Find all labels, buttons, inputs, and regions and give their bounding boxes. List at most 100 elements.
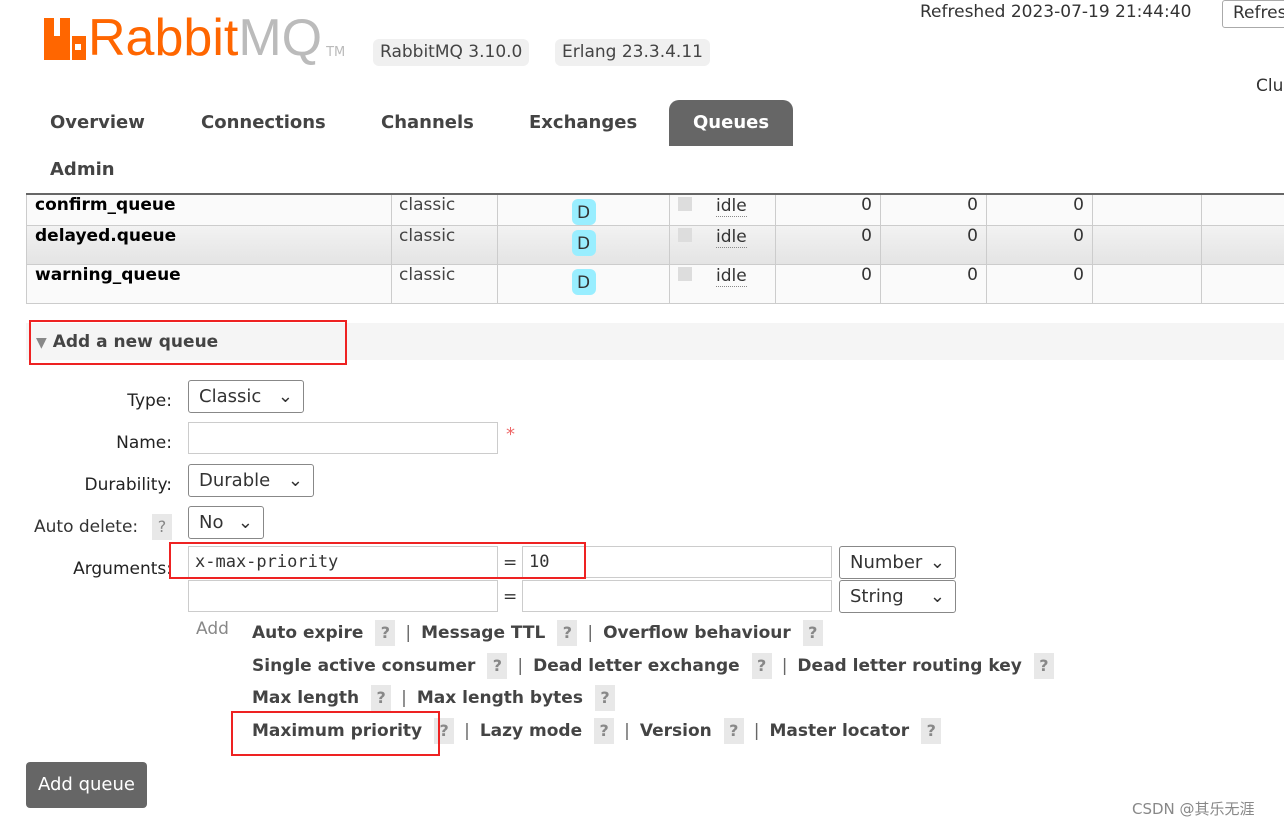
help-icon[interactable]: ? <box>152 514 172 540</box>
state-indicator-icon <box>678 197 692 211</box>
ready-count: 0 <box>775 195 880 225</box>
argument-shortcut-link[interactable]: Auto expire <box>252 623 363 643</box>
argument-shortcut-link[interactable]: Version <box>640 721 712 741</box>
help-icon[interactable]: ? <box>594 685 615 711</box>
separator: | <box>624 721 630 741</box>
chevron-down-icon: ⌄ <box>237 512 253 533</box>
logo-text-gray: MQ <box>238 9 323 67</box>
argument-shortcut-link[interactable]: Dead letter routing key <box>797 656 1021 676</box>
equals-sign: = <box>503 587 518 607</box>
type-select[interactable]: Classic ⌄ <box>188 380 304 413</box>
help-icon[interactable]: ? <box>921 718 942 744</box>
tab-channels[interactable]: Channels <box>357 100 498 146</box>
arguments-label: Arguments: <box>73 559 172 579</box>
state-text: idle <box>716 196 747 217</box>
ready-count: 0 <box>775 265 880 303</box>
tab-connections[interactable]: Connections <box>177 100 350 146</box>
queue-type: classic <box>391 226 497 264</box>
total-count: 0 <box>986 265 1092 303</box>
state-indicator-icon <box>678 267 692 281</box>
add-queue-button[interactable]: Add queue <box>26 762 147 808</box>
argument-shortcut-link[interactable]: Dead letter exchange <box>533 656 740 676</box>
argument-shortcut-link[interactable]: Single active consumer <box>252 656 475 676</box>
total-count: 0 <box>986 226 1092 264</box>
unacked-count: 0 <box>880 195 986 225</box>
chevron-down-icon: ⌄ <box>929 586 945 607</box>
highlight-box <box>169 542 586 579</box>
argument-shortcut-link[interactable]: Max length bytes <box>417 688 583 708</box>
argument-shortcut-link[interactable]: Master locator <box>769 721 909 741</box>
state-text: idle <box>716 227 747 248</box>
features-cell: D <box>497 265 669 303</box>
argument-key-input[interactable] <box>188 580 498 612</box>
help-icon[interactable]: ? <box>375 620 396 646</box>
help-icon[interactable]: ? <box>557 620 578 646</box>
refreshed-time: Refreshed 2023-07-19 21:44:40 <box>920 2 1192 22</box>
argument-shortcut-link[interactable]: Overflow behaviour <box>603 623 791 643</box>
argument-help-row: Auto expire? | Message TTL? | Overflow behav… <box>252 620 823 646</box>
name-input[interactable] <box>188 422 498 454</box>
argument-type-select[interactable]: Number ⌄ <box>839 546 956 579</box>
tab-overview[interactable]: Overview <box>26 100 169 146</box>
type-label: Type: <box>127 391 172 411</box>
tab-queues[interactable]: Queues <box>669 100 794 146</box>
chevron-down-icon: ⌄ <box>277 386 293 407</box>
queue-name-link[interactable]: delayed.queue <box>26 226 391 264</box>
argument-value-input[interactable] <box>522 580 832 612</box>
queues-table: confirm_queue classic D idle 0 0 0 delay… <box>26 193 1284 304</box>
state-cell: idle <box>669 265 775 303</box>
rate-cell <box>1201 265 1284 303</box>
table-row[interactable]: warning_queue classic D idle 0 0 0 <box>26 265 1284 304</box>
unacked-count: 0 <box>880 265 986 303</box>
help-icon[interactable]: ? <box>802 620 823 646</box>
refresh-button[interactable]: Refresh <box>1222 0 1284 28</box>
separator: | <box>517 656 524 676</box>
chevron-down-icon: ⌄ <box>287 470 303 491</box>
help-icon[interactable]: ? <box>371 685 392 711</box>
queue-type: classic <box>391 265 497 303</box>
help-icon[interactable]: ? <box>594 718 615 744</box>
help-icon[interactable]: ? <box>487 653 508 679</box>
durability-select[interactable]: Durable ⌄ <box>188 464 314 497</box>
queue-type: classic <box>391 195 497 225</box>
cluster-label: Cluster <box>1256 76 1284 96</box>
argument-shortcut-link[interactable]: Max length <box>252 688 359 708</box>
required-marker: * <box>506 424 515 445</box>
help-icon[interactable]: ? <box>723 718 744 744</box>
rate-cell <box>1201 226 1284 264</box>
auto-delete-label: Auto delete: <box>34 517 139 537</box>
state-cell: idle <box>669 195 775 225</box>
argument-shortcut-link[interactable]: Lazy mode <box>480 721 582 741</box>
highlight-box <box>29 320 347 365</box>
separator: | <box>587 623 594 643</box>
features-cell: D <box>497 226 669 264</box>
rate-cell <box>1201 195 1284 225</box>
help-icon[interactable]: ? <box>1033 653 1054 679</box>
tab-exchanges[interactable]: Exchanges <box>505 100 661 146</box>
rate-cell <box>1092 226 1201 264</box>
help-icon[interactable]: ? <box>751 653 772 679</box>
state-text: idle <box>716 266 747 287</box>
state-cell: idle <box>669 226 775 264</box>
argument-shortcut-link[interactable]: Message TTL <box>421 623 545 643</box>
durability-label: Durability: <box>84 475 172 495</box>
rate-cell <box>1092 195 1201 225</box>
logo-text-orange: Rabbit <box>88 9 239 67</box>
version-badge: RabbitMQ 3.10.0 <box>373 39 530 66</box>
state-indicator-icon <box>678 228 692 242</box>
argument-help-row: Max length? | Max length bytes? <box>252 685 615 711</box>
queue-name-link[interactable]: warning_queue <box>26 265 391 303</box>
queue-name-link[interactable]: confirm_queue <box>26 195 391 225</box>
table-row[interactable]: delayed.queue classic D idle 0 0 0 <box>26 226 1284 265</box>
trademark: TM <box>326 45 346 60</box>
add-label: Add <box>196 619 229 639</box>
durable-badge: D <box>571 269 596 295</box>
table-row[interactable]: confirm_queue classic D idle 0 0 0 <box>26 195 1284 226</box>
auto-delete-select[interactable]: No ⌄ <box>188 506 264 539</box>
rabbitmq-logo: Rabbit MQ TM <box>44 12 345 64</box>
tab-admin[interactable]: Admin <box>26 147 139 193</box>
argument-type-select[interactable]: String ⌄ <box>839 580 956 613</box>
separator: | <box>753 721 760 741</box>
watermark: CSDN @其乐无涯 <box>1132 800 1255 818</box>
separator: | <box>781 656 788 676</box>
